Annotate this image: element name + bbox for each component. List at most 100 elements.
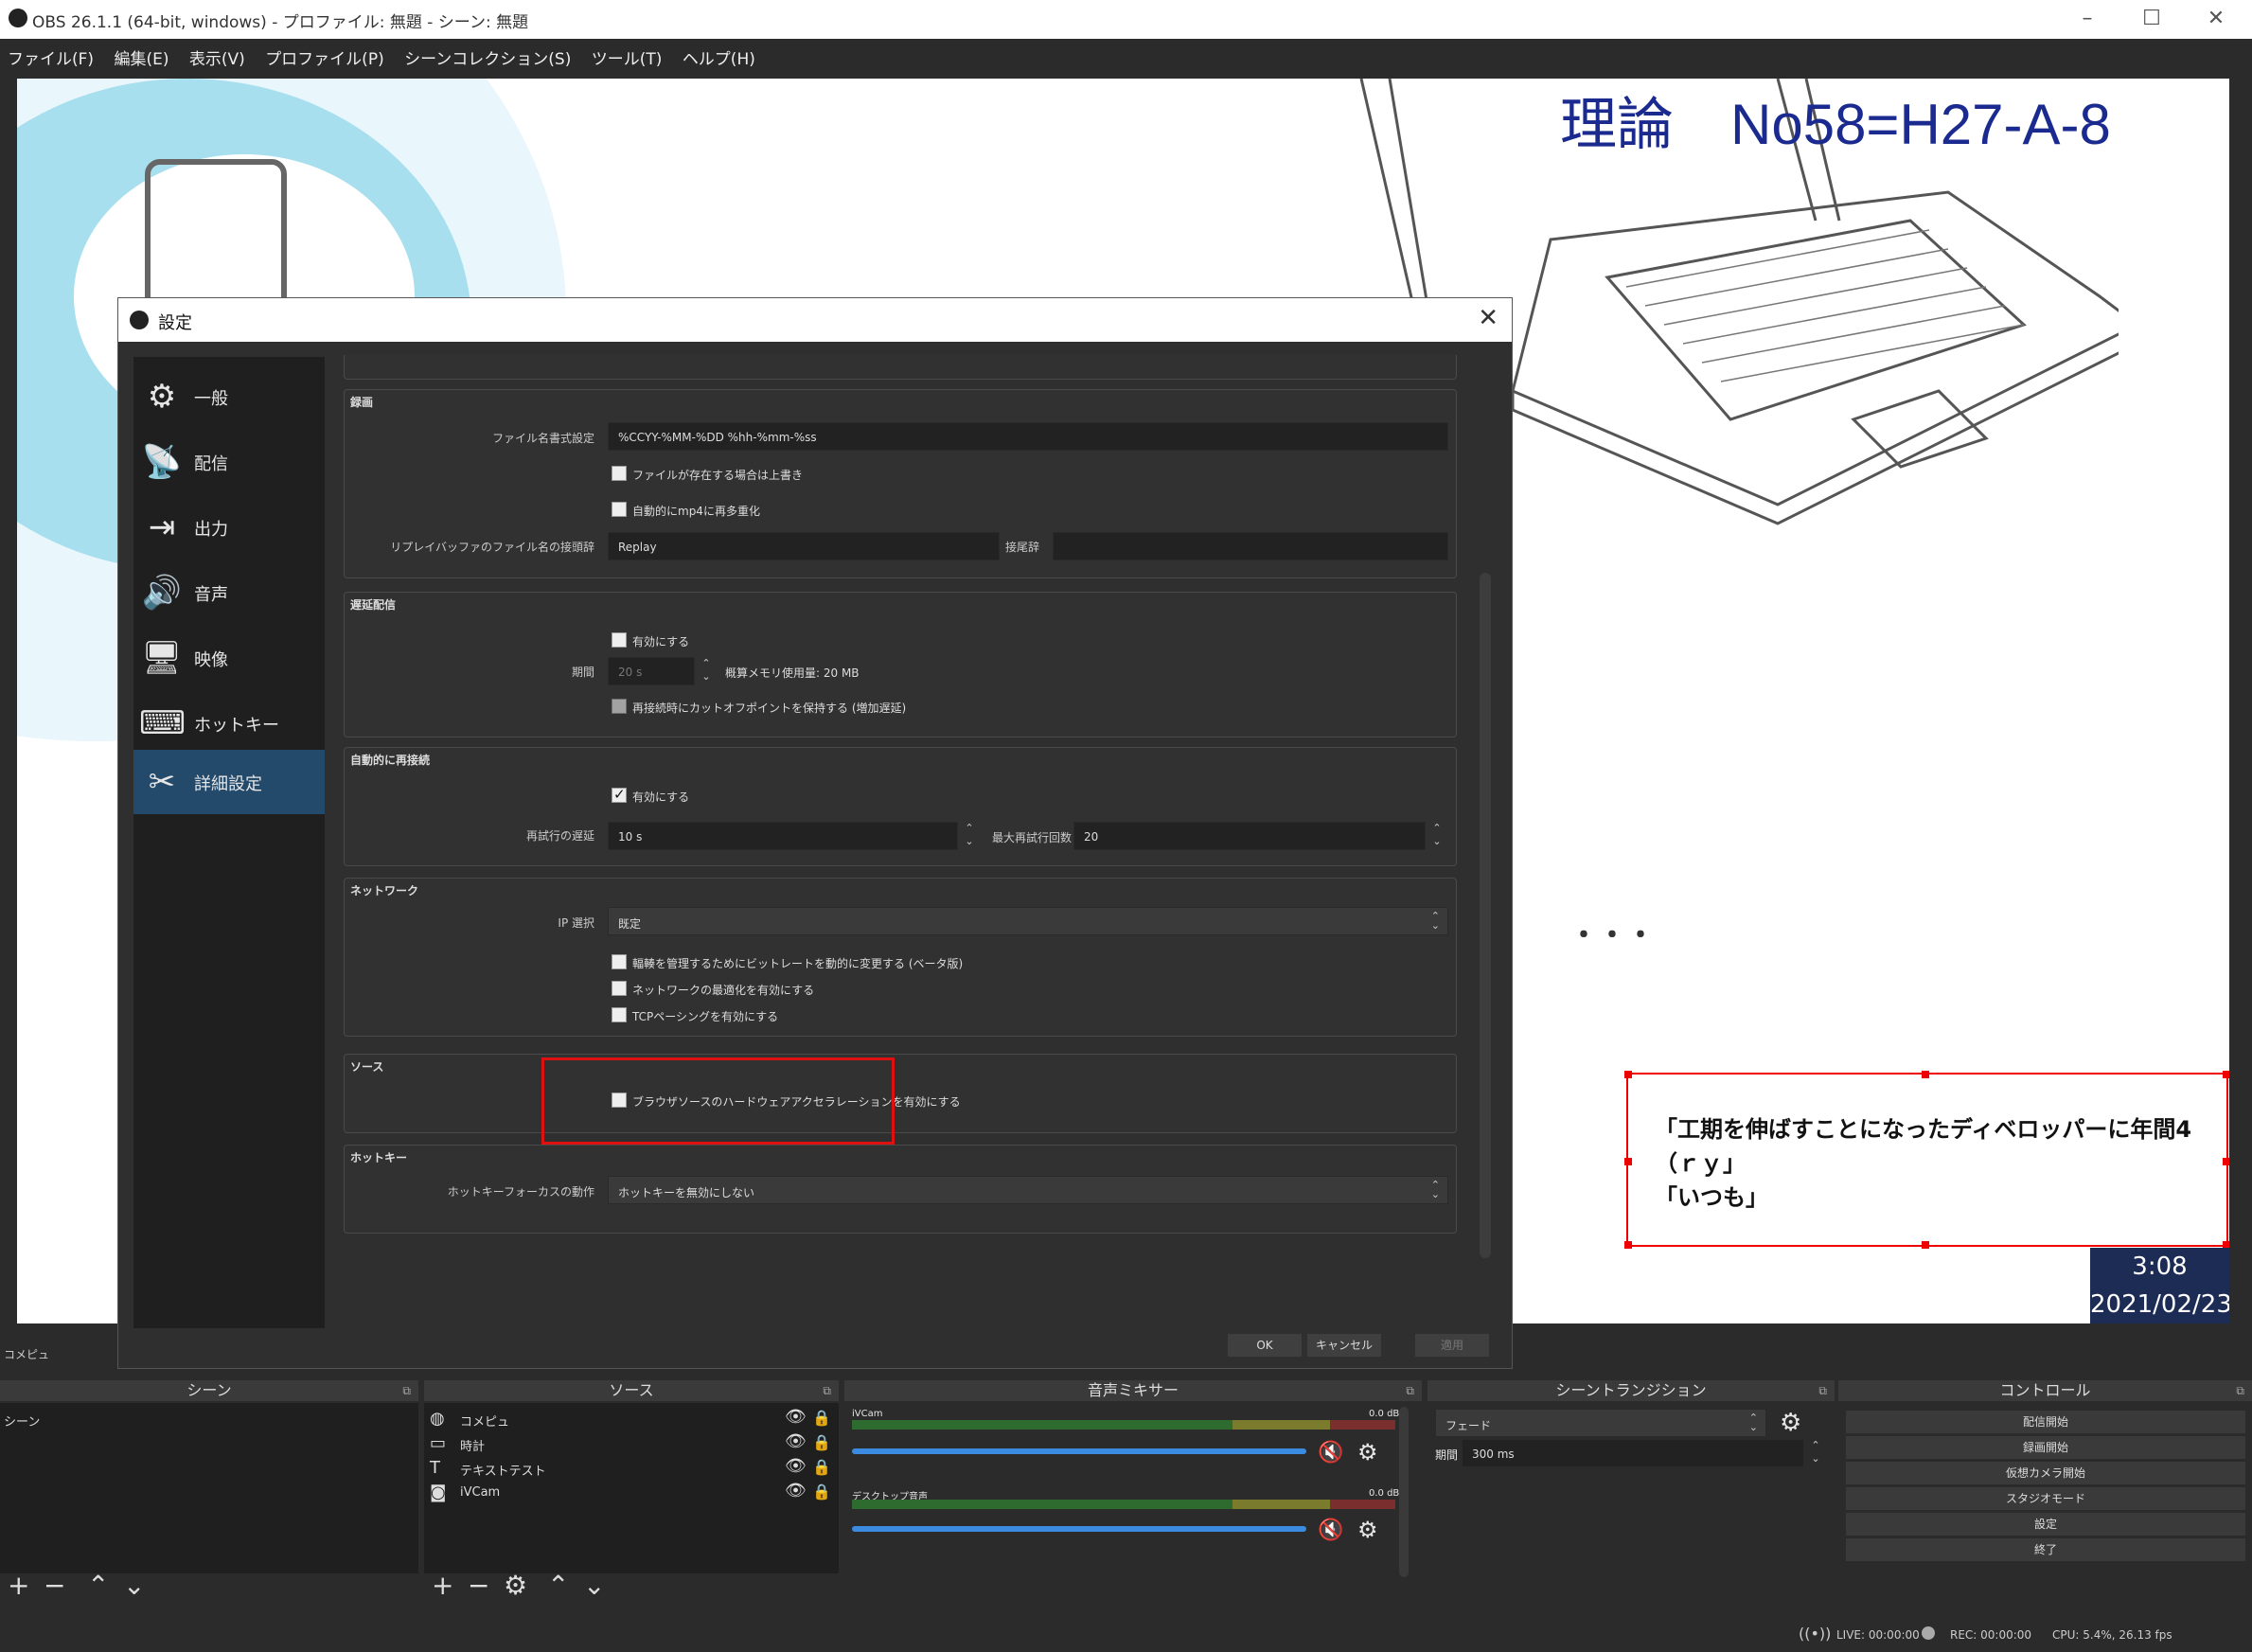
hotkey-focus-select[interactable]: ホットキーを無効にしない ⌃ ⌄ [608,1176,1448,1204]
list-item[interactable]: シーン [0,1407,418,1431]
eye-icon[interactable]: 👁 [785,1481,807,1501]
transition-duration-input[interactable]: 300 ms [1462,1439,1804,1467]
sidebar-item-output[interactable]: ⇥ 出力 [133,495,325,560]
menu-edit[interactable]: 編集(E) [106,39,176,69]
replay-prefix-input[interactable]: Replay [608,532,1000,560]
list-item[interactable]: ▭ 時計 👁 🔒 [424,1431,839,1456]
minimize-icon[interactable]: – [2073,6,2101,32]
menu-scene-collection[interactable]: シーンコレクション(S) [397,39,578,69]
menu-file[interactable]: ファイル(F) [0,39,101,69]
float-icon[interactable]: ⧉ [2236,1380,2244,1401]
tcp-pacing-label: TCPペーシングを有効にする [632,1010,779,1023]
retry-delay-input[interactable]: 10 s [608,822,958,850]
gear-icon[interactable]: ⚙ [1357,1439,1378,1465]
source-name: コメピュ [460,1415,510,1430]
volume-slider[interactable] [852,1526,1306,1532]
muted-speaker-icon[interactable]: 🔇 [1318,1519,1343,1542]
delay-duration-input[interactable]: 20 s [608,657,695,685]
gear-icon[interactable]: ⚙ [1357,1517,1378,1543]
move-down-icon[interactable]: ⌄ [583,1570,605,1601]
delay-preserve-checkbox[interactable] [612,699,627,714]
start-recording-button[interactable]: 録画開始 [1846,1436,2245,1459]
obs-logo-icon [130,311,149,329]
resize-handle[interactable] [1922,1071,1929,1078]
lock-icon[interactable]: 🔒 [812,1483,831,1501]
transition-select[interactable]: フェード ⌃ ⌄ [1435,1409,1766,1437]
eye-icon[interactable]: 👁 [785,1456,807,1476]
move-down-icon[interactable]: ⌄ [123,1570,145,1601]
lock-icon[interactable]: 🔒 [812,1409,831,1427]
add-icon[interactable]: + [432,1570,453,1601]
sidebar-item-stream[interactable]: 📡 配信 [133,430,325,494]
gear-icon[interactable]: ⚙ [1780,1409,1801,1437]
max-retries-input[interactable]: 20 [1073,822,1426,850]
resize-handle[interactable] [1624,1241,1632,1249]
float-icon[interactable]: ⧉ [402,1380,411,1401]
settings-scrollbar[interactable] [1480,573,1491,1258]
sidebar-item-hotkeys[interactable]: ⌨ ホットキー [133,691,325,755]
start-streaming-button[interactable]: 配信開始 [1846,1411,2245,1433]
resize-handle[interactable] [2223,1071,2229,1078]
lock-icon[interactable]: 🔒 [812,1458,831,1476]
reconnect-enable-checkbox[interactable] [612,786,627,803]
suffix-input[interactable] [1053,532,1448,560]
list-item[interactable]: ◍ コメピュ 👁 🔒 [424,1407,839,1431]
studio-mode-button[interactable]: スタジオモード [1846,1487,2245,1510]
float-icon[interactable]: ⧉ [1818,1380,1827,1401]
optimize-checkbox[interactable] [612,981,627,996]
volume-slider[interactable] [852,1448,1306,1454]
muted-speaker-icon[interactable]: 🔇 [1318,1441,1343,1465]
gear-icon[interactable]: ⚙ [504,1570,527,1601]
sidebar-item-advanced[interactable]: ✂ 詳細設定 [133,750,325,814]
dock-title: 音声ミキサー [1087,1381,1179,1399]
dialog-close-icon[interactable]: ✕ [1478,304,1498,332]
cancel-button[interactable]: キャンセル [1307,1334,1381,1357]
move-up-icon[interactable]: ⌃ [547,1570,569,1601]
exit-button[interactable]: 終了 [1846,1538,2245,1561]
dynamic-bitrate-checkbox[interactable] [612,954,627,969]
float-icon[interactable]: ⧉ [823,1380,831,1401]
list-item[interactable]: T テキストテスト 👁 🔒 [424,1456,839,1481]
settings-button[interactable]: 設定 [1846,1513,2245,1536]
remux-checkbox[interactable] [612,502,627,517]
duration-spinner[interactable]: ⌃ ⌄ [1806,1439,1825,1467]
remove-icon[interactable]: − [468,1570,489,1601]
camera-icon: ◙ [430,1483,447,1502]
float-icon[interactable]: ⧉ [1406,1380,1414,1401]
eye-icon[interactable]: 👁 [785,1407,807,1427]
menu-tools[interactable]: ツール(T) [584,39,670,69]
sidebar-item-video[interactable]: 🖥 映像 [133,626,325,690]
delay-spinner[interactable]: ⌃ ⌄ [697,657,716,685]
menu-profile[interactable]: プロファイル(P) [257,39,392,69]
maximize-icon[interactable]: ☐ [2137,6,2166,32]
obs-window: OBS 26.1.1 (64-bit, windows) - プロファイル: 無… [0,0,2252,1652]
tcp-pacing-checkbox[interactable] [612,1007,627,1022]
menu-help[interactable]: ヘルプ(H) [675,39,763,69]
resize-handle[interactable] [1624,1071,1632,1078]
overwrite-checkbox[interactable] [612,466,627,481]
lock-icon[interactable]: 🔒 [812,1433,831,1451]
mixer-scrollbar[interactable] [1399,1407,1409,1577]
filename-input[interactable]: %CCYY-%MM-%DD %hh-%mm-%ss [608,422,1448,451]
eye-icon[interactable]: 👁 [785,1431,807,1451]
add-icon[interactable]: + [8,1570,29,1601]
start-virtual-camera-button[interactable]: 仮想カメラ開始 [1846,1462,2245,1484]
move-up-icon[interactable]: ⌃ [87,1570,109,1601]
menu-view[interactable]: 表示(V) [182,39,253,69]
resize-handle[interactable] [1624,1158,1632,1165]
max-retries-spinner[interactable]: ⌃ ⌄ [1427,822,1446,850]
retry-delay-spinner[interactable]: ⌃ ⌄ [960,822,979,850]
sidebar-item-label: 一般 [194,389,228,409]
apply-button[interactable]: 適用 [1415,1334,1489,1357]
ok-button[interactable]: OK [1228,1334,1302,1357]
remove-icon[interactable]: − [44,1570,65,1601]
list-item[interactable]: ◙ iVCam 👁 🔒 [424,1481,839,1505]
sources-group: ソース ブラウザソースのハードウェアアクセラレーションを有効にする [344,1054,1457,1133]
close-icon[interactable]: ✕ [2202,6,2230,32]
ip-select[interactable]: 既定 ⌃ ⌄ [608,907,1448,935]
sidebar-item-general[interactable]: ⚙ 一般 [133,364,325,429]
resize-handle[interactable] [1922,1241,1929,1249]
text-source-selection[interactable]: 「工期を伸ばすことになったディベロッパーに年間4（ｒｙ」 「いつも」 [1624,1071,2229,1249]
delay-enable-checkbox[interactable] [612,632,627,648]
sidebar-item-audio[interactable]: 🔊 音声 [133,560,325,625]
